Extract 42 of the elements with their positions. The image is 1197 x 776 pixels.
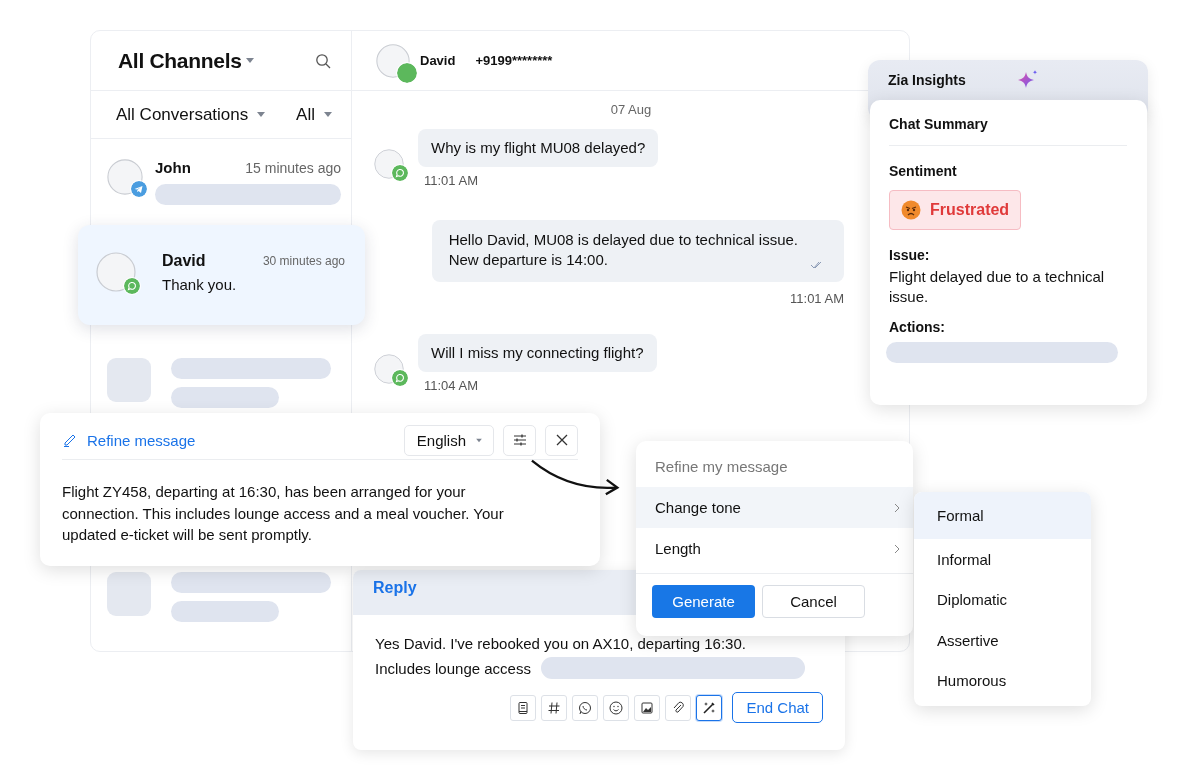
- end-chat-button[interactable]: End Chat: [732, 692, 823, 723]
- timestamp: 30 minutes ago: [262, 254, 345, 268]
- timestamp: 11:04 AM: [423, 378, 479, 393]
- field-label: Sentiment: [889, 163, 958, 179]
- status-filter[interactable]: All: [296, 104, 333, 125]
- conversation-item[interactable]: John 15 minutes ago: [91, 139, 351, 205]
- message-bubble: Will I miss my connecting flight?: [418, 334, 657, 372]
- field-label: Actions:: [889, 319, 946, 335]
- reply-text: Yes David. I've rebooked you on AX10, departing 16:30.: [375, 634, 746, 652]
- menu-item[interactable]: Humorous: [914, 660, 1091, 701]
- message-bubble: Hello David, MU08 is delayed due to technical issue. New departure is 14:00.: [431, 220, 844, 282]
- contact-name: John: [155, 159, 191, 176]
- card-title: Refine message: [87, 431, 197, 449]
- menu-title: Refine my message: [654, 457, 789, 477]
- message-text: Flight ZY458, departing at 16:30, has been arranged for your connection. This includes lounge access and a meal voucher. Your updated e-ticket will be sent promptly.: [62, 482, 505, 545]
- contact-name: David: [162, 252, 206, 270]
- contact-name: David: [420, 53, 456, 68]
- message-preview: Thank you.: [162, 276, 238, 293]
- channel-dropdown[interactable]: All Channels: [118, 48, 255, 73]
- timestamp: 11:01 AM: [423, 173, 479, 188]
- section-title: Chat Summary: [889, 116, 1127, 146]
- timestamp: 11:01 AM: [789, 291, 844, 306]
- language-dropdown[interactable]: English: [403, 424, 494, 456]
- issue-text: Flight delayed due to a technical issue.: [889, 267, 1106, 307]
- reply-text: Includes lounge access: [375, 659, 531, 677]
- message-bubble: Why is my flight MU08 delayed?: [418, 129, 659, 167]
- panel-title: Zia Insights: [888, 72, 966, 88]
- menu-item[interactable]: Length: [636, 528, 913, 569]
- sentiment-tag: Frustrated: [889, 190, 1022, 230]
- menu-item[interactable]: Diplomatic: [914, 579, 1091, 620]
- generate-button[interactable]: Generate: [652, 585, 755, 618]
- conversation-filter[interactable]: All Conversations: [116, 104, 267, 125]
- cancel-button[interactable]: Cancel: [762, 585, 865, 618]
- timestamp: 15 minutes ago: [245, 159, 341, 176]
- menu-item[interactable]: Informal: [914, 539, 1091, 580]
- phone-number: +9199********: [475, 53, 553, 68]
- date-separator: 07 Aug: [609, 102, 653, 117]
- field-label: Issue:: [889, 247, 931, 263]
- menu-item[interactable]: Formal: [914, 492, 1091, 539]
- menu-item[interactable]: Change tone: [636, 487, 913, 528]
- conversation-item[interactable]: David 30 minutes ago Thank you.: [78, 225, 365, 325]
- menu-item[interactable]: Assertive: [914, 620, 1091, 661]
